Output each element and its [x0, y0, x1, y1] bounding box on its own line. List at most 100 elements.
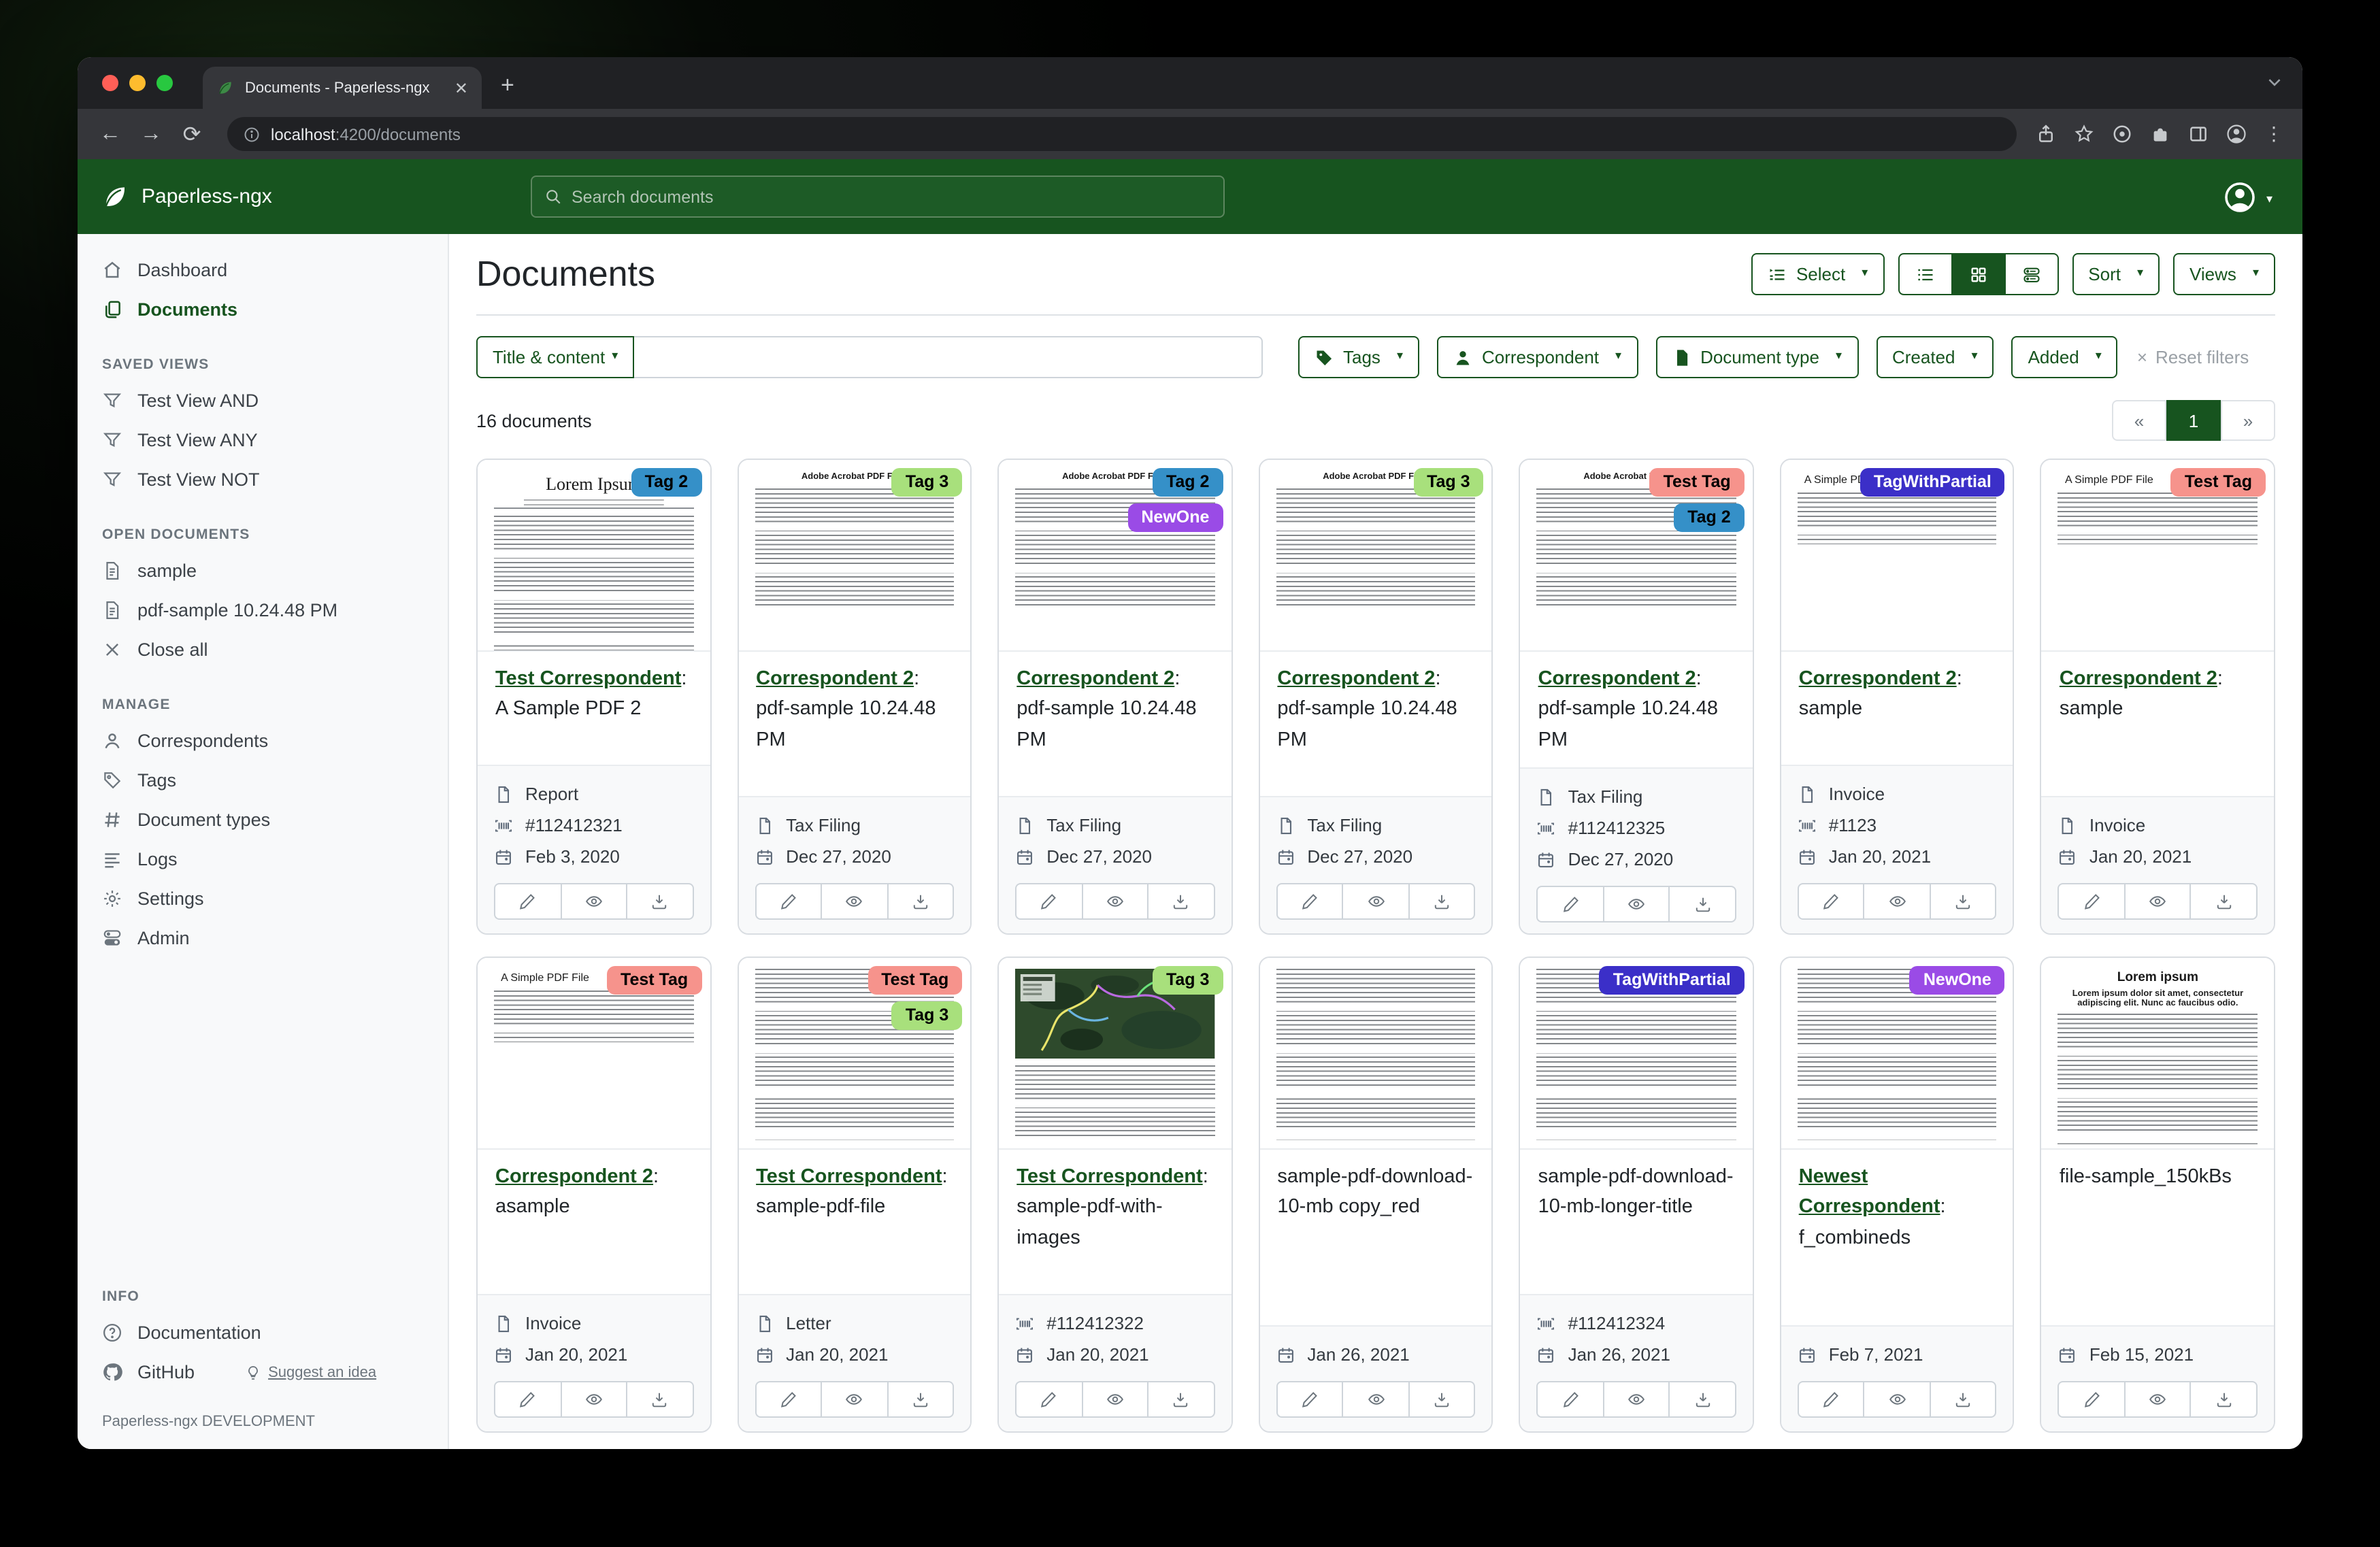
side-panel-icon[interactable]: [2188, 124, 2209, 144]
tag-badge[interactable]: Tag 2: [1674, 503, 1744, 532]
correspondent-link[interactable]: Newest Correspondent: [1799, 1166, 1940, 1218]
tab-close-icon[interactable]: ✕: [454, 80, 468, 96]
pagination-next-button[interactable]: »: [2221, 400, 2275, 441]
download-button[interactable]: [626, 883, 693, 920]
tag-badge[interactable]: Tag 3: [892, 468, 962, 497]
correspondent-link[interactable]: Correspondent 2: [1277, 668, 1435, 690]
tag-badge[interactable]: Tag 3: [1413, 468, 1483, 497]
document-thumbnail[interactable]: TagWithPartial: [1521, 958, 1753, 1150]
correspondent-link[interactable]: Correspondent 2: [495, 1166, 653, 1188]
sidebar-item-tags[interactable]: Tags: [78, 761, 448, 800]
sort-dropdown-button[interactable]: Sort: [2072, 253, 2160, 295]
address-bar[interactable]: localhost:4200/documents: [227, 117, 2017, 151]
edit-button[interactable]: [1798, 883, 1864, 920]
download-button[interactable]: [1147, 883, 1214, 920]
tag-badge[interactable]: Tag 3: [892, 1001, 962, 1030]
pagination-prev-button[interactable]: «: [2112, 400, 2166, 441]
reload-button[interactable]: ⟳: [176, 120, 208, 148]
edit-button[interactable]: [755, 883, 821, 920]
detail-view-button[interactable]: [2004, 253, 2058, 295]
document-thumbnail[interactable]: A Simple PDF File TagWithPartial: [1781, 460, 2013, 652]
edit-button[interactable]: [2058, 883, 2124, 920]
document-thumbnail[interactable]: Adobe Acrobat PDF Files Test Tag Tag 2: [1521, 460, 1753, 652]
window-controls[interactable]: [102, 75, 173, 91]
preview-button[interactable]: [1081, 1381, 1147, 1418]
document-type-row[interactable]: Invoice: [1798, 778, 1997, 810]
document-thumbnail[interactable]: NewOne: [1781, 958, 2013, 1150]
correspondent-link[interactable]: Correspondent 2: [1538, 668, 1696, 690]
download-button[interactable]: [2190, 1381, 2258, 1418]
download-button[interactable]: [1408, 1381, 1476, 1418]
maximize-window-button[interactable]: [156, 75, 173, 91]
text-filter-target-dropdown[interactable]: Title & content: [476, 336, 634, 378]
new-tab-button[interactable]: +: [501, 72, 514, 99]
grid-view-button[interactable]: [1951, 253, 2004, 295]
document-type-row[interactable]: Tax Filing: [755, 810, 954, 841]
preview-button[interactable]: [560, 883, 626, 920]
document-type-row[interactable]: Invoice: [494, 1308, 693, 1339]
tag-badge[interactable]: Tag 2: [1153, 468, 1223, 497]
edit-button[interactable]: [1276, 1381, 1342, 1418]
reset-filters-button[interactable]: × Reset filters: [2137, 347, 2249, 367]
bookmark-star-icon[interactable]: [2074, 124, 2094, 144]
preview-button[interactable]: [1864, 1381, 1930, 1418]
document-thumbnail[interactable]: Tag 3: [999, 958, 1231, 1150]
correspondent-link[interactable]: Test Correspondent: [495, 668, 681, 690]
tag-badge[interactable]: Tag 3: [1153, 966, 1223, 995]
document-type-row[interactable]: Invoice: [2058, 810, 2258, 841]
tag-badge[interactable]: TagWithPartial: [1860, 468, 2005, 497]
download-button[interactable]: [1669, 1381, 1736, 1418]
tag-badge[interactable]: TagWithPartial: [1600, 966, 1745, 995]
correspondent-filter-button[interactable]: Correspondent: [1437, 336, 1638, 378]
correspondent-link[interactable]: Correspondent 2: [2060, 668, 2217, 690]
document-type-filter-button[interactable]: Document type: [1655, 336, 1858, 378]
document-thumbnail[interactable]: Adobe Acrobat PDF Files Tag 3: [738, 460, 970, 652]
browser-tab[interactable]: Documents - Paperless-ngx ✕: [203, 67, 482, 109]
download-button[interactable]: [1669, 886, 1736, 923]
tags-filter-button[interactable]: Tags: [1298, 336, 1419, 378]
correspondent-link[interactable]: Correspondent 2: [1017, 668, 1174, 690]
views-dropdown-button[interactable]: Views: [2173, 253, 2275, 295]
search-input[interactable]: [572, 187, 1211, 206]
edit-button[interactable]: [755, 1381, 821, 1418]
sidebar-item-github[interactable]: GitHub Suggest an idea: [78, 1352, 448, 1392]
sidebar-item-documentation[interactable]: Documentation: [78, 1313, 448, 1352]
sidebar-item-admin[interactable]: Admin: [78, 918, 448, 958]
sidebar-item-document-types[interactable]: Document types: [78, 800, 448, 839]
sidebar-item-logs[interactable]: Logs: [78, 839, 448, 879]
tag-badge[interactable]: NewOne: [1127, 503, 1223, 532]
sidebar-item-documents[interactable]: Documents: [78, 290, 448, 329]
sidebar-item-settings[interactable]: Settings: [78, 879, 448, 918]
document-thumbnail[interactable]: Lorem Ipsum Tag 2: [478, 460, 710, 652]
correspondent-link[interactable]: Correspondent 2: [756, 668, 914, 690]
text-filter-input[interactable]: [634, 336, 1263, 378]
download-button[interactable]: [887, 883, 954, 920]
edit-button[interactable]: [2058, 1381, 2124, 1418]
select-dropdown-button[interactable]: Select: [1751, 253, 1884, 295]
document-thumbnail[interactable]: Adobe Acrobat PDF Files Tag 2 NewOne: [999, 460, 1231, 652]
download-button[interactable]: [1147, 1381, 1214, 1418]
document-type-row[interactable]: Tax Filing: [1015, 810, 1214, 841]
document-type-row[interactable]: Tax Filing: [1276, 810, 1475, 841]
edit-button[interactable]: [1798, 1381, 1864, 1418]
minimize-window-button[interactable]: [129, 75, 146, 91]
download-button[interactable]: [887, 1381, 954, 1418]
preview-button[interactable]: [1864, 883, 1930, 920]
sidebar-item-open-document[interactable]: pdf-sample 10.24.48 PM: [78, 590, 448, 630]
document-thumbnail[interactable]: Test Tag Tag 3: [738, 958, 970, 1150]
edit-button[interactable]: [494, 883, 560, 920]
forward-button[interactable]: →: [135, 122, 167, 146]
sidebar-item-saved-view[interactable]: Test View ANY: [78, 420, 448, 460]
browser-menu-icon[interactable]: ⋮: [2264, 122, 2283, 146]
created-filter-button[interactable]: Created: [1876, 336, 1994, 378]
correspondent-link[interactable]: Correspondent 2: [1799, 668, 1957, 690]
edit-button[interactable]: [1015, 883, 1081, 920]
preview-button[interactable]: [821, 883, 887, 920]
edit-button[interactable]: [494, 1381, 560, 1418]
close-window-button[interactable]: [102, 75, 118, 91]
app-brand[interactable]: Paperless-ngx: [78, 182, 449, 211]
back-button[interactable]: ←: [94, 122, 127, 146]
preview-button[interactable]: [821, 1381, 887, 1418]
preview-button[interactable]: [1342, 1381, 1408, 1418]
pagination-page-1[interactable]: 1: [2166, 400, 2221, 441]
